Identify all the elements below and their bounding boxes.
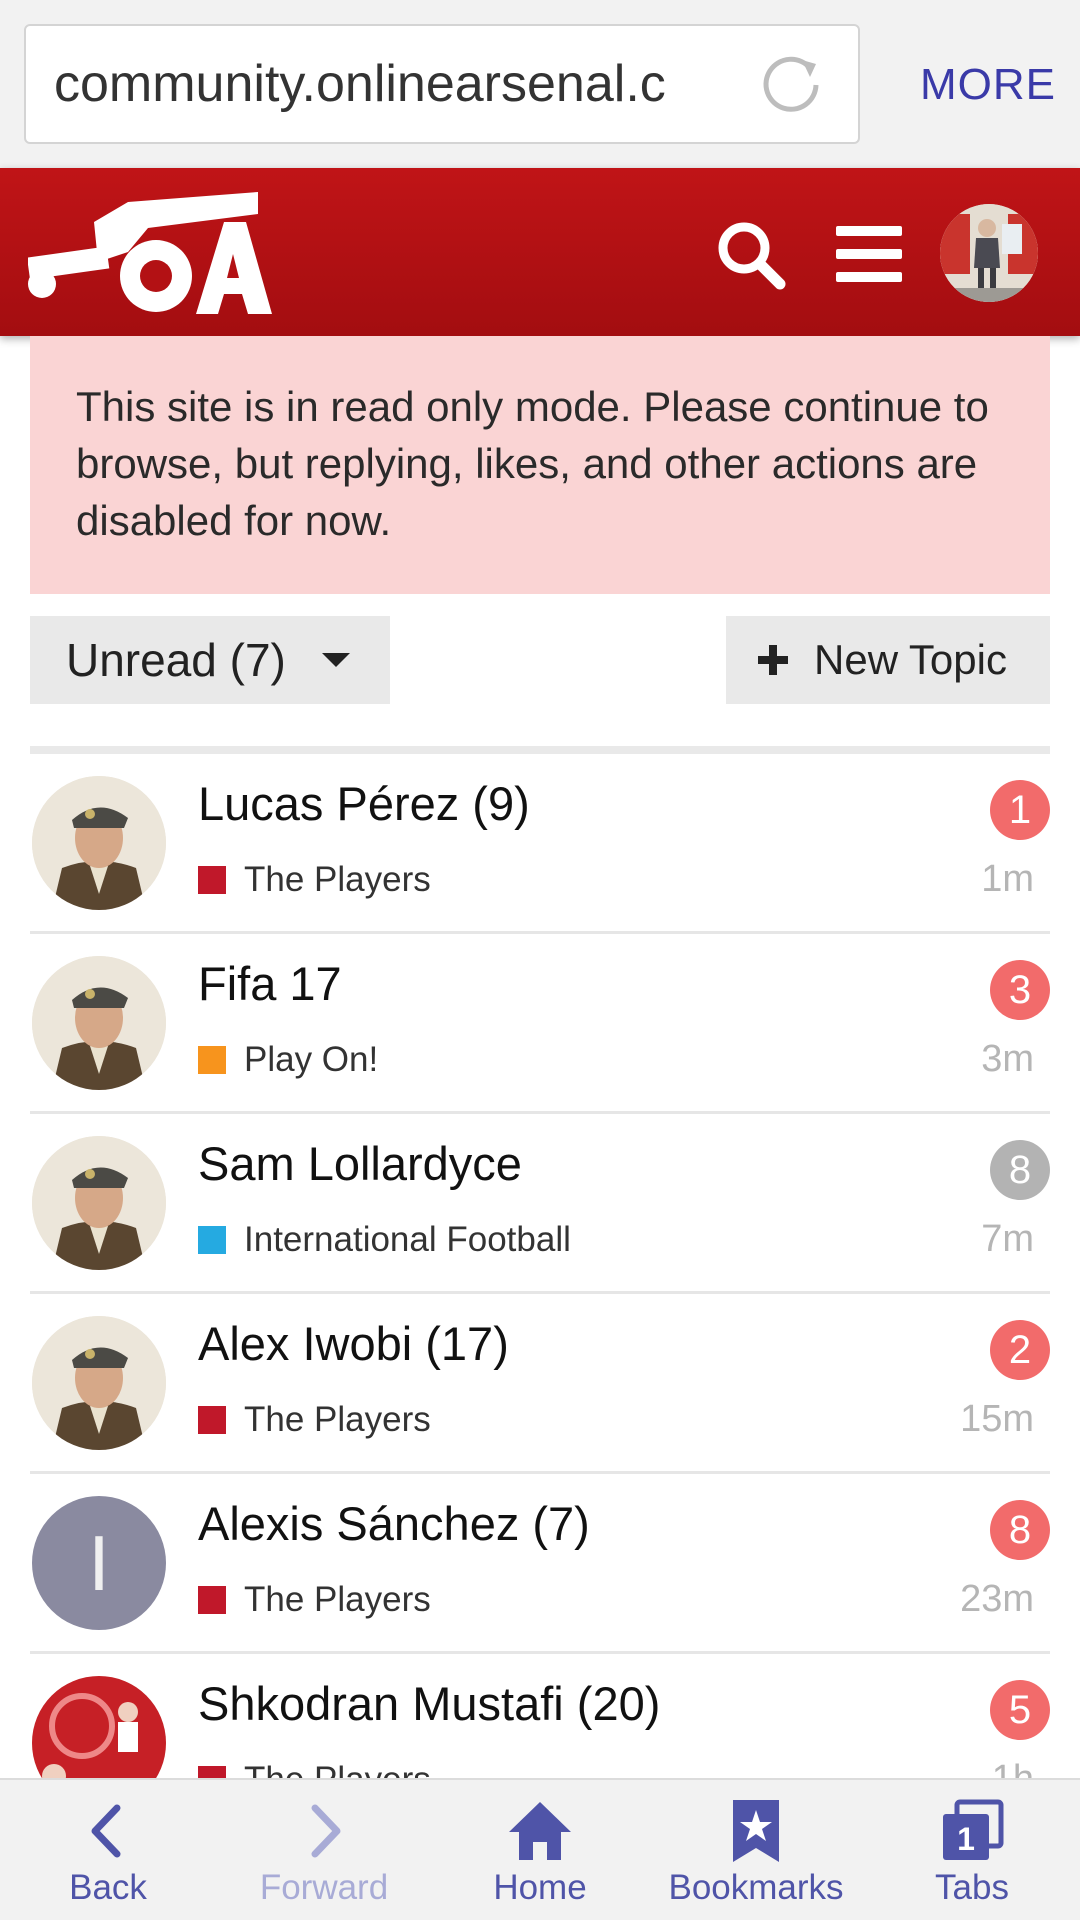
unread-count-badge[interactable]: 5	[990, 1680, 1050, 1740]
poster-avatar[interactable]	[32, 1136, 166, 1270]
category-color-swatch	[198, 1046, 226, 1074]
list-divider	[30, 746, 1050, 754]
forward-button[interactable]: Forward	[216, 1780, 432, 1920]
browser-toolbar: community.onlinearsenal.c MORE	[0, 0, 1080, 168]
home-button[interactable]: Home	[432, 1780, 648, 1920]
user-avatar[interactable]	[940, 204, 1038, 302]
bookmark-star-icon	[733, 1800, 779, 1862]
tabs-button[interactable]: 1 Tabs	[864, 1780, 1080, 1920]
browser-bottom-nav: Back Forward Home Bookmarks 1 Tabs	[0, 1778, 1080, 1920]
avatar-letter: I	[88, 1519, 110, 1607]
category-link[interactable]: Play On!	[244, 1040, 378, 1080]
reload-icon[interactable]	[758, 52, 824, 118]
category-color-swatch	[198, 1406, 226, 1434]
poster-avatar[interactable]	[32, 1316, 166, 1450]
unread-count-badge[interactable]: 8	[990, 1500, 1050, 1560]
unread-count-badge[interactable]: 3	[990, 960, 1050, 1020]
read-count-badge[interactable]: 8	[990, 1140, 1050, 1200]
bookmarks-label: Bookmarks	[668, 1868, 844, 1907]
category-link[interactable]: International Football	[244, 1220, 571, 1260]
poster-avatar[interactable]	[32, 956, 166, 1090]
chevron-left-icon	[91, 1804, 121, 1858]
topic-title[interactable]: Alexis Sánchez (7)	[198, 1496, 590, 1551]
unread-filter-dropdown[interactable]: Unread (7)	[30, 616, 390, 704]
unread-count-badge[interactable]: 2	[990, 1320, 1050, 1380]
new-topic-label: New Topic	[814, 636, 1007, 683]
back-button[interactable]: Back	[0, 1780, 216, 1920]
hamburger-menu-icon[interactable]	[836, 222, 902, 286]
tabs-icon: 1	[943, 1799, 1004, 1860]
category-color-swatch	[198, 1586, 226, 1614]
poster-avatar[interactable]: I	[32, 1496, 166, 1630]
topic-title[interactable]: Alex Iwobi (17)	[198, 1316, 509, 1371]
search-icon[interactable]	[714, 218, 786, 290]
category-color-swatch	[198, 1226, 226, 1254]
more-button[interactable]: MORE	[920, 60, 1056, 110]
home-icon	[509, 1802, 571, 1860]
filter-label: Unread (7)	[66, 634, 286, 686]
poster-avatar[interactable]	[32, 776, 166, 910]
tabs-count: 1	[957, 1821, 975, 1857]
bookmarks-button[interactable]: Bookmarks	[648, 1780, 864, 1920]
caret-down-icon	[321, 653, 350, 667]
topic-title[interactable]: Fifa 17	[198, 956, 342, 1011]
category-link[interactable]: The Players	[244, 860, 431, 900]
last-activity-time[interactable]: 7m	[981, 1218, 1034, 1261]
last-activity-time[interactable]: 3m	[981, 1038, 1034, 1081]
topic-row[interactable]: Alex Iwobi (17) The Players 2 15m	[30, 1294, 1050, 1474]
arsenal-cannon-logo[interactable]	[28, 192, 272, 314]
topic-list: Lucas Pérez (9) The Players 1 1m Fifa 17…	[30, 754, 1050, 1834]
forward-label: Forward	[259, 1868, 389, 1907]
url-text[interactable]: community.onlinearsenal.c	[54, 54, 734, 114]
topic-title[interactable]: Lucas Pérez (9)	[198, 776, 530, 831]
category-link[interactable]: The Players	[244, 1580, 431, 1620]
topic-row[interactable]: Sam Lollardyce International Football 8 …	[30, 1114, 1050, 1294]
url-field[interactable]: community.onlinearsenal.c	[24, 24, 860, 144]
topic-title[interactable]: Shkodran Mustafi (20)	[198, 1676, 660, 1731]
new-topic-button[interactable]: New Topic	[726, 616, 1050, 704]
category-color-swatch	[198, 866, 226, 894]
home-label: Home	[493, 1868, 587, 1907]
category-link[interactable]: The Players	[244, 1400, 431, 1440]
topic-row[interactable]: Lucas Pérez (9) The Players 1 1m	[30, 754, 1050, 934]
last-activity-time[interactable]: 15m	[960, 1398, 1034, 1441]
last-activity-time[interactable]: 23m	[960, 1578, 1034, 1621]
chevron-right-icon	[311, 1804, 341, 1858]
read-only-banner: This site is in read only mode. Please c…	[30, 336, 1050, 594]
unread-count-badge[interactable]: 1	[990, 780, 1050, 840]
back-label: Back	[69, 1868, 147, 1907]
topic-row[interactable]: I Alexis Sánchez (7) The Players 8 23m	[30, 1474, 1050, 1654]
tabs-label: Tabs	[935, 1868, 1009, 1907]
plus-icon	[758, 645, 788, 675]
last-activity-time[interactable]: 1m	[981, 858, 1034, 901]
topic-row[interactable]: Fifa 17 Play On! 3 3m	[30, 934, 1050, 1114]
topic-title[interactable]: Sam Lollardyce	[198, 1136, 522, 1191]
site-header	[0, 168, 1080, 336]
